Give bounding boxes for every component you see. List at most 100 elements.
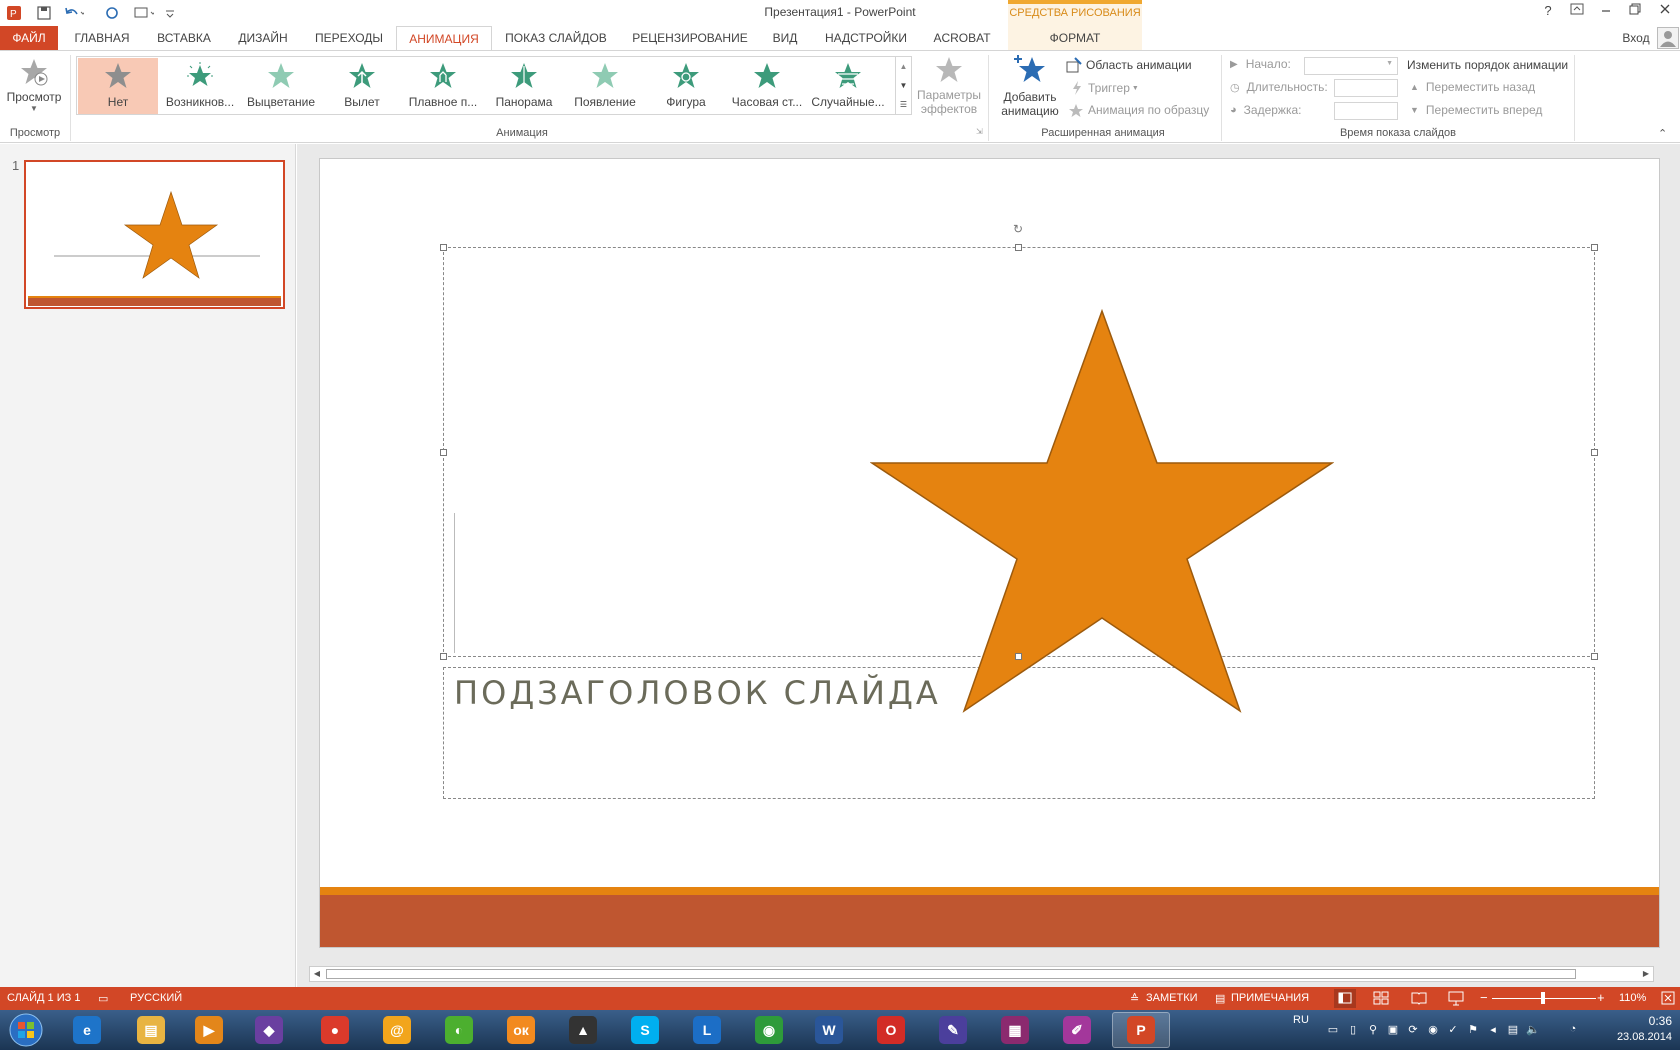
move-later-button[interactable]: ▼ Переместить вперед <box>1410 103 1542 117</box>
normal-view-icon[interactable] <box>1334 989 1356 1008</box>
horizontal-scrollbar[interactable]: ◀ ▶ <box>309 966 1654 982</box>
fit-slide-icon[interactable] <box>1660 990 1676 1009</box>
taskbar-opera-button[interactable]: O <box>862 1012 920 1048</box>
ribbon-display-options-button[interactable] <box>1566 3 1588 23</box>
animation-fade[interactable]: Выцветание <box>241 58 321 114</box>
taskbar-word-button[interactable]: W <box>800 1012 858 1048</box>
keyboard-language[interactable]: RU <box>1293 1014 1309 1026</box>
animation-float-in[interactable]: Плавное п... <box>403 58 483 114</box>
collapse-ribbon-icon[interactable]: ⌃ <box>1658 127 1667 140</box>
comments-button[interactable]: ПРИМЕЧАНИЯ <box>1231 992 1309 1004</box>
gallery-more-icon[interactable]: ☰ <box>896 95 911 114</box>
scroll-right-icon[interactable]: ▶ <box>1639 967 1653 981</box>
tray-phone-icon[interactable]: ▯ <box>1346 1023 1360 1037</box>
tab-slideshow[interactable]: ПОКАЗ СЛАЙДОВ <box>500 26 612 50</box>
tab-animations[interactable]: АНИМАЦИЯ <box>396 26 492 51</box>
animation-shape[interactable]: Фигура <box>646 58 726 114</box>
resize-handle-l[interactable] <box>440 449 447 456</box>
star-shape[interactable] <box>870 309 1334 715</box>
animation-none[interactable]: Нет <box>78 58 158 114</box>
zoom-in-button[interactable]: + <box>1597 990 1605 1005</box>
delay-spinner[interactable] <box>1334 102 1398 120</box>
comments-icon[interactable]: ▤ <box>1215 992 1225 1005</box>
taskbar-explorer-button[interactable]: ▤ <box>122 1012 180 1048</box>
tray-app-icon[interactable]: ✓ <box>1446 1023 1460 1037</box>
resize-handle-t[interactable] <box>1015 244 1022 251</box>
tab-view[interactable]: ВИД <box>766 26 804 50</box>
spellcheck-icon[interactable]: ▭ <box>98 992 108 1005</box>
tray-flag-icon[interactable]: ⚑ <box>1466 1023 1480 1037</box>
slide-sorter-icon[interactable] <box>1372 989 1390 1010</box>
clock-time[interactable]: 0:36 <box>1572 1014 1672 1028</box>
resize-handle-b[interactable] <box>1015 653 1022 660</box>
tray-green-icon[interactable]: ◉ <box>1426 1023 1440 1037</box>
taskbar-lync-button[interactable]: L <box>678 1012 736 1048</box>
tray-usb-icon[interactable]: ⚲ <box>1366 1023 1380 1037</box>
tray-alert-icon[interactable]: ◂ <box>1486 1023 1500 1037</box>
slideshow-view-icon[interactable] <box>1447 989 1465 1010</box>
resize-handle-tr[interactable] <box>1591 244 1598 251</box>
taskbar-ball-app-button[interactable]: ◐ <box>430 1012 488 1048</box>
taskbar-ie-button[interactable]: e <box>58 1012 116 1048</box>
signin-link[interactable]: Вход <box>1618 26 1654 50</box>
tab-addins[interactable]: НАДСТРОЙКИ <box>818 26 914 50</box>
animation-split[interactable]: Панорама <box>484 58 564 114</box>
resize-handle-r[interactable] <box>1591 449 1598 456</box>
language-indicator[interactable]: РУССКИЙ <box>130 992 182 1004</box>
restore-button[interactable] <box>1624 3 1646 23</box>
taskbar-aimp-button[interactable]: ▲ <box>554 1012 612 1048</box>
taskbar-onenote-button[interactable]: ✐ <box>1048 1012 1106 1048</box>
animation-fly-in[interactable]: Вылет <box>322 58 402 114</box>
tray-network-status-icon[interactable]: ▤ <box>1506 1023 1520 1037</box>
zoom-slider-thumb[interactable] <box>1541 992 1545 1004</box>
tab-review[interactable]: РЕЦЕНЗИРОВАНИЕ <box>626 26 754 50</box>
taskbar-skype-button[interactable]: S <box>616 1012 674 1048</box>
resize-handle-bl[interactable] <box>440 653 447 660</box>
taskbar-radio-button[interactable]: ◉ <box>740 1012 798 1048</box>
taskbar-chrome-button[interactable]: ● <box>306 1012 364 1048</box>
tab-acrobat[interactable]: ACROBAT <box>928 26 996 50</box>
tray-display-icon[interactable]: ▣ <box>1386 1023 1400 1037</box>
notes-icon[interactable]: ≙ <box>1130 992 1139 1005</box>
scroll-left-icon[interactable]: ◀ <box>310 967 324 981</box>
taskbar-visual-studio-button[interactable]: ◆ <box>240 1012 298 1048</box>
minimize-button[interactable] <box>1595 3 1617 23</box>
zoom-out-button[interactable]: − <box>1480 990 1488 1005</box>
start-button[interactable] <box>6 1012 46 1048</box>
animation-appear[interactable]: Возникнов... <box>160 58 240 114</box>
slide-thumbnail[interactable] <box>24 160 285 309</box>
user-avatar-icon[interactable] <box>1657 27 1679 49</box>
tray-sync-icon[interactable]: ⟳ <box>1406 1023 1420 1037</box>
preview-button[interactable]: Просмотр ▼ <box>4 55 64 121</box>
tray-volume-icon[interactable]: 🔈 <box>1526 1023 1540 1037</box>
animation-wheel[interactable]: Часовая ст... <box>727 58 807 114</box>
animation-dialog-launcher-icon[interactable]: ⇲ <box>976 127 983 136</box>
scroll-thumb[interactable] <box>326 969 1576 979</box>
animation-painter-button[interactable]: Анимация по образцу <box>1068 101 1209 119</box>
taskbar-draw-app-button[interactable]: ✎ <box>924 1012 982 1048</box>
start-select[interactable]: ▼ <box>1304 57 1398 75</box>
notes-button[interactable]: ЗАМЕТКИ <box>1146 992 1198 1004</box>
effect-options-button[interactable]: Параметры эффектов <box>914 55 984 123</box>
tab-design[interactable]: ДИЗАЙН <box>228 26 298 50</box>
move-earlier-button[interactable]: ▲ Переместить назад <box>1410 80 1535 94</box>
reading-view-icon[interactable] <box>1410 989 1428 1010</box>
taskbar-media-player-button[interactable]: ▶ <box>180 1012 238 1048</box>
rotate-handle-icon[interactable]: ↻ <box>1013 223 1025 235</box>
close-button[interactable] <box>1654 3 1676 23</box>
trigger-button[interactable]: Триггер ▼ <box>1070 79 1139 97</box>
tab-file[interactable]: ФАЙЛ <box>0 26 58 50</box>
gallery-scroll-down-icon[interactable]: ▼ <box>896 76 911 95</box>
slide-canvas[interactable]: ПОДЗАГОЛОВОК СЛАЙДА ↻ <box>319 158 1660 948</box>
resize-handle-tl[interactable] <box>440 244 447 251</box>
clock-date[interactable]: 23.08.2014 <box>1572 1031 1672 1043</box>
resize-handle-br[interactable] <box>1591 653 1598 660</box>
taskbar-powerpoint-button[interactable]: P <box>1112 1012 1170 1048</box>
taskbar-mail-agent-button[interactable]: @ <box>368 1012 426 1048</box>
tab-insert[interactable]: ВСТАВКА <box>148 26 220 50</box>
animation-wipe[interactable]: Появление <box>565 58 645 114</box>
animation-random-bars[interactable]: Случайные... <box>808 58 888 114</box>
animation-pane-button[interactable]: Область анимации <box>1066 56 1192 74</box>
zoom-level[interactable]: 110% <box>1619 992 1646 1004</box>
gallery-scroll-up-icon[interactable]: ▲ <box>896 57 911 76</box>
